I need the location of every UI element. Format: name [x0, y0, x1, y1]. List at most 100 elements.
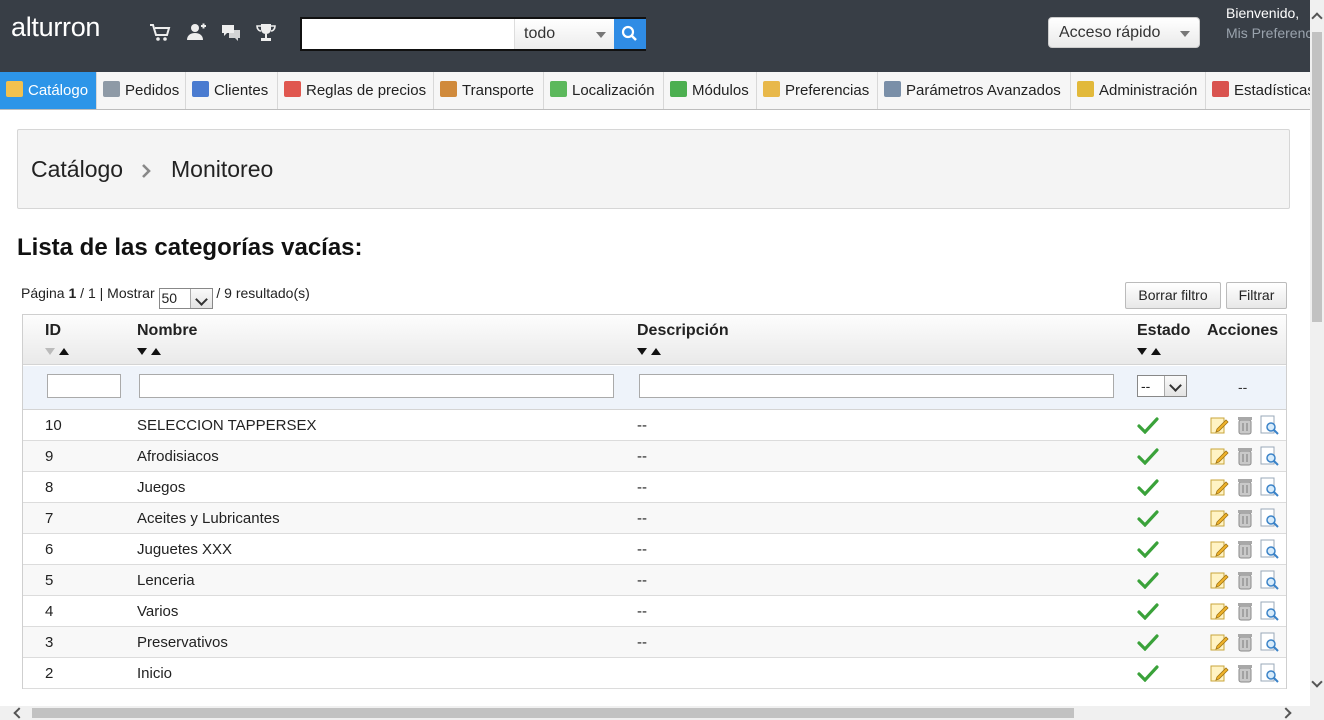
sort-desc-icon[interactable]	[637, 348, 647, 355]
sort-asc-icon[interactable]	[59, 348, 69, 355]
check-icon[interactable]	[1137, 540, 1159, 558]
edit-icon[interactable]	[1209, 415, 1229, 435]
sort-desc-icon[interactable]	[137, 348, 147, 355]
tab-9[interactable]: Administración	[1071, 72, 1206, 109]
delete-icon[interactable]	[1235, 415, 1255, 435]
check-icon[interactable]	[1137, 602, 1159, 620]
search-input[interactable]	[302, 19, 514, 49]
scroll-up-icon[interactable]	[1311, 12, 1323, 24]
delete-icon[interactable]	[1235, 446, 1255, 466]
horizontal-scrollbar[interactable]	[0, 706, 1324, 720]
filter-name-input[interactable]	[139, 374, 614, 398]
quick-access-dropdown[interactable]: Acceso rápido	[1048, 17, 1200, 48]
view-icon[interactable]	[1259, 446, 1279, 466]
scroll-down-icon[interactable]	[1311, 676, 1323, 688]
cell-name: Juguetes XXX	[137, 541, 233, 558]
view-icon[interactable]	[1259, 415, 1279, 435]
edit-icon[interactable]	[1209, 446, 1229, 466]
delete-icon[interactable]	[1235, 539, 1255, 559]
vertical-scroll-thumb[interactable]	[1312, 32, 1322, 322]
filter-button[interactable]: Filtrar	[1226, 282, 1287, 309]
filter-status-select[interactable]: --	[1137, 375, 1187, 397]
view-icon[interactable]	[1259, 477, 1279, 497]
scroll-left-icon[interactable]	[13, 707, 25, 719]
cell-name: Varios	[137, 603, 179, 620]
check-icon[interactable]	[1137, 447, 1159, 465]
filter-description-input[interactable]	[639, 374, 1114, 398]
tab-4[interactable]: Transporte	[434, 72, 544, 109]
table-row[interactable]: 2 Inicio	[23, 658, 1286, 689]
cell-name: Lenceria	[137, 572, 195, 589]
customers-icon[interactable]	[185, 22, 207, 42]
edit-icon[interactable]	[1209, 632, 1229, 652]
table-row[interactable]: 3 Preservativos --	[23, 627, 1286, 658]
vertical-scrollbar[interactable]	[1310, 0, 1324, 706]
filter-id-input[interactable]	[47, 374, 121, 398]
edit-icon[interactable]	[1209, 570, 1229, 590]
view-icon[interactable]	[1259, 663, 1279, 683]
trophy-icon[interactable]	[255, 22, 277, 42]
search-scope-value: todo	[524, 25, 556, 42]
check-icon[interactable]	[1137, 509, 1159, 527]
cell-name: Aceites y Lubricantes	[137, 510, 280, 527]
view-icon[interactable]	[1259, 570, 1279, 590]
sort-desc-icon[interactable]	[1137, 348, 1147, 355]
tab-7[interactable]: Preferencias	[757, 72, 878, 109]
edit-icon[interactable]	[1209, 477, 1229, 497]
tab-10[interactable]: Estadísticas	[1206, 72, 1310, 109]
tab-8[interactable]: Parámetros Avanzados	[878, 72, 1071, 109]
horizontal-scroll-thumb[interactable]	[32, 708, 1074, 718]
table-row[interactable]: 10 SELECCION TAPPERSEX --	[23, 410, 1286, 441]
tab-label: Parámetros Avanzados	[906, 82, 1061, 99]
edit-icon[interactable]	[1209, 539, 1229, 559]
search-box: todo	[300, 17, 646, 51]
check-icon[interactable]	[1137, 478, 1159, 496]
check-icon[interactable]	[1137, 664, 1159, 682]
view-icon[interactable]	[1259, 632, 1279, 652]
view-icon[interactable]	[1259, 508, 1279, 528]
delete-icon[interactable]	[1235, 601, 1255, 621]
column-header-id: ID	[45, 322, 61, 339]
table-row[interactable]: 6 Juguetes XXX --	[23, 534, 1286, 565]
check-icon[interactable]	[1137, 416, 1159, 434]
scroll-right-icon[interactable]	[1280, 707, 1292, 719]
view-icon[interactable]	[1259, 539, 1279, 559]
reset-filter-button[interactable]: Borrar filtro	[1125, 282, 1221, 309]
advanced-parameters-icon	[884, 81, 901, 97]
sort-asc-icon[interactable]	[651, 348, 661, 355]
delete-icon[interactable]	[1235, 477, 1255, 497]
search-scope-select[interactable]: todo	[514, 19, 614, 49]
sort-asc-icon[interactable]	[151, 348, 161, 355]
delete-icon[interactable]	[1235, 663, 1255, 683]
search-button[interactable]	[614, 19, 646, 49]
stats-icon	[1212, 81, 1229, 97]
sort-desc-icon[interactable]	[45, 348, 55, 355]
table-row[interactable]: 4 Varios --	[23, 596, 1286, 627]
delete-icon[interactable]	[1235, 508, 1255, 528]
table-row[interactable]: 9 Afrodisiacos --	[23, 441, 1286, 472]
breadcrumb-section[interactable]: Catálogo	[31, 156, 123, 183]
tab-5[interactable]: Localización	[544, 72, 664, 109]
view-icon[interactable]	[1259, 601, 1279, 621]
tab-1[interactable]: Pedidos	[97, 72, 186, 109]
delete-icon[interactable]	[1235, 570, 1255, 590]
check-icon[interactable]	[1137, 571, 1159, 589]
tab-label: Pedidos	[125, 82, 180, 99]
edit-icon[interactable]	[1209, 663, 1229, 683]
tab-0[interactable]: Catálogo	[0, 72, 97, 109]
tab-2[interactable]: Clientes	[186, 72, 278, 109]
delete-icon[interactable]	[1235, 632, 1255, 652]
messages-icon[interactable]	[220, 22, 242, 42]
per-page-select[interactable]: 50	[158, 288, 213, 309]
table-row[interactable]: 5 Lenceria --	[23, 565, 1286, 596]
table-row[interactable]: 7 Aceites y Lubricantes --	[23, 503, 1286, 534]
sort-asc-icon[interactable]	[1151, 348, 1161, 355]
edit-icon[interactable]	[1209, 508, 1229, 528]
table-row[interactable]: 8 Juegos --	[23, 472, 1286, 503]
cart-icon[interactable]	[149, 22, 171, 42]
tab-3[interactable]: Reglas de precios	[278, 72, 434, 109]
edit-icon[interactable]	[1209, 601, 1229, 621]
shop-name[interactable]: alturron	[11, 12, 100, 43]
tab-6[interactable]: Módulos	[664, 72, 757, 109]
check-icon[interactable]	[1137, 633, 1159, 651]
